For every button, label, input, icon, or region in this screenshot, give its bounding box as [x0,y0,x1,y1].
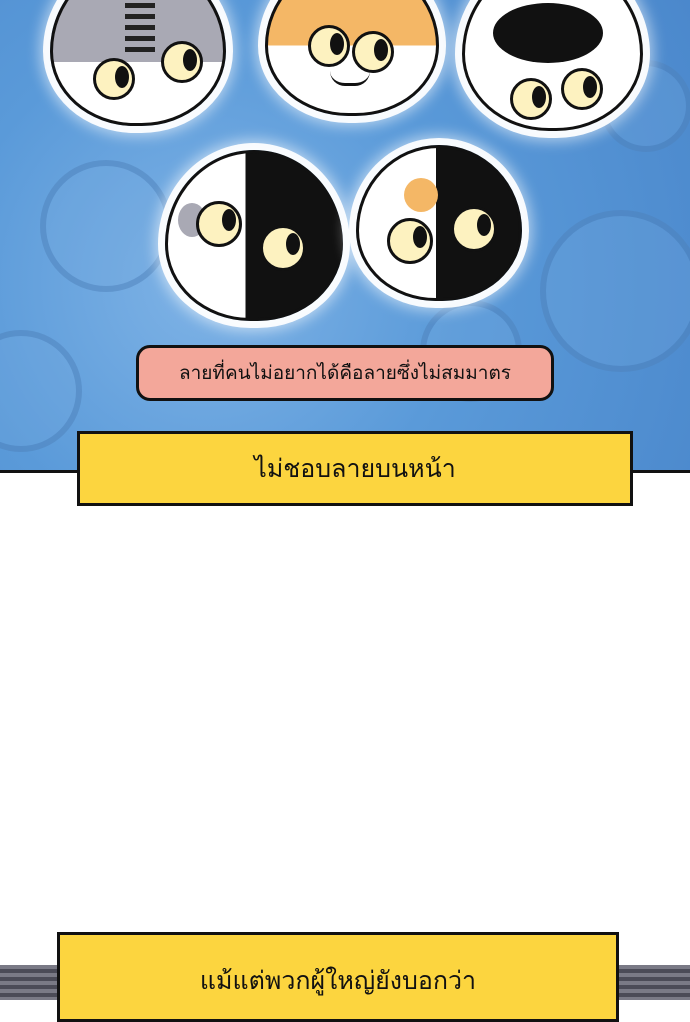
speech-bubble-pink: ลายที่คนไม่อยากได้คือลายซึ่งไม่สมมาตร [136,345,554,401]
orange-patch [404,178,438,212]
cat-eye [561,68,603,110]
cat-mouth [330,71,370,86]
cat-eye [196,201,242,247]
half-black-cat-illustration [165,150,343,321]
split-face-cat-illustration [356,145,522,301]
gray-cat-illustration [50,0,226,126]
cat-eye [451,206,497,252]
cat-eye [387,218,433,264]
background-bubble [540,210,690,372]
caption-box-top: ไม่ชอบลายบนหน้า [77,431,633,506]
cat-eye [352,31,394,73]
black-patch [493,3,603,63]
tabby-stripes [125,3,155,53]
background-bubble [0,330,82,452]
cat-eye [161,41,203,83]
cat-eye [260,225,306,271]
cat-eye [93,58,135,100]
caption-line-1: แม้แต่พวกผู้ใหญ่ยังบอกว่า [199,966,477,995]
cat-eye [308,25,350,67]
background-bubble [40,160,172,292]
comic-panel-top: ลายที่คนไม่อยากได้คือลายซึ่งไม่สมมาตร [0,0,690,473]
caption-box-bottom: แม้แต่พวกผู้ใหญ่ยังบอกว่า [57,932,619,1022]
cat-eye [510,78,552,120]
orange-cat-illustration [265,0,439,116]
